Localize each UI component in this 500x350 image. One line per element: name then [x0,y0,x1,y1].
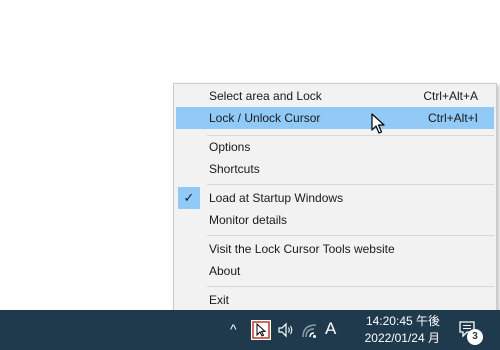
menu-separator [207,286,494,287]
menu-item-monitor-details[interactable]: Monitor details [176,209,494,231]
menu-item-options[interactable]: Options [176,136,494,158]
show-hidden-icons-chevron-icon[interactable]: ^ [230,321,237,337]
menu-item-shortcuts[interactable]: Shortcuts [176,158,494,180]
notification-count-badge: 3 [467,329,483,345]
system-clock[interactable]: 14:20:45 午後 2022/01/24 月 [350,313,440,347]
menu-item-label: Options [209,140,251,154]
mouse-pointer-icon [371,113,385,134]
menu-item-label: Shortcuts [209,162,260,176]
wifi-icon[interactable] [302,321,322,339]
menu-item-shortcut: Ctrl+Alt+I [427,111,478,125]
clock-time: 14:20:45 午後 [365,314,440,328]
menu-item-label: Load at Startup Windows [209,191,344,205]
menu-item-select-area-and-lock[interactable]: Select area and Lock Ctrl+Alt+A [176,85,494,107]
taskbar: ^ A 14:20:45 午後 2022/01/24 月 3 [0,310,500,350]
menu-item-exit[interactable]: Exit [176,289,494,311]
menu-separator [207,235,494,236]
menu-item-about[interactable]: About [176,260,494,282]
lock-cursor-tray-icon[interactable] [251,320,271,340]
checkmark-icon: ✓ [178,187,200,209]
ime-indicator[interactable]: A [325,319,336,339]
menu-item-lock-unlock-cursor[interactable]: Lock / Unlock Cursor Ctrl+Alt+I [176,107,494,129]
menu-item-shortcut: Ctrl+Alt+A [423,89,478,103]
menu-item-label: Select area and Lock [209,89,322,103]
volume-icon[interactable] [277,321,295,339]
clock-date: 2022/01/24 月 [364,331,440,345]
menu-item-load-at-startup[interactable]: ✓ Load at Startup Windows [176,187,494,209]
menu-separator [207,184,494,185]
context-menu: Select area and Lock Ctrl+Alt+A Lock / U… [173,83,497,312]
menu-item-label: About [209,264,241,278]
menu-item-visit-website[interactable]: Visit the Lock Cursor Tools website [176,238,494,260]
menu-item-label: Monitor details [209,213,288,227]
menu-item-label: Exit [209,293,230,307]
menu-item-label: Lock / Unlock Cursor [209,111,321,125]
menu-item-label: Visit the Lock Cursor Tools website [209,242,395,256]
